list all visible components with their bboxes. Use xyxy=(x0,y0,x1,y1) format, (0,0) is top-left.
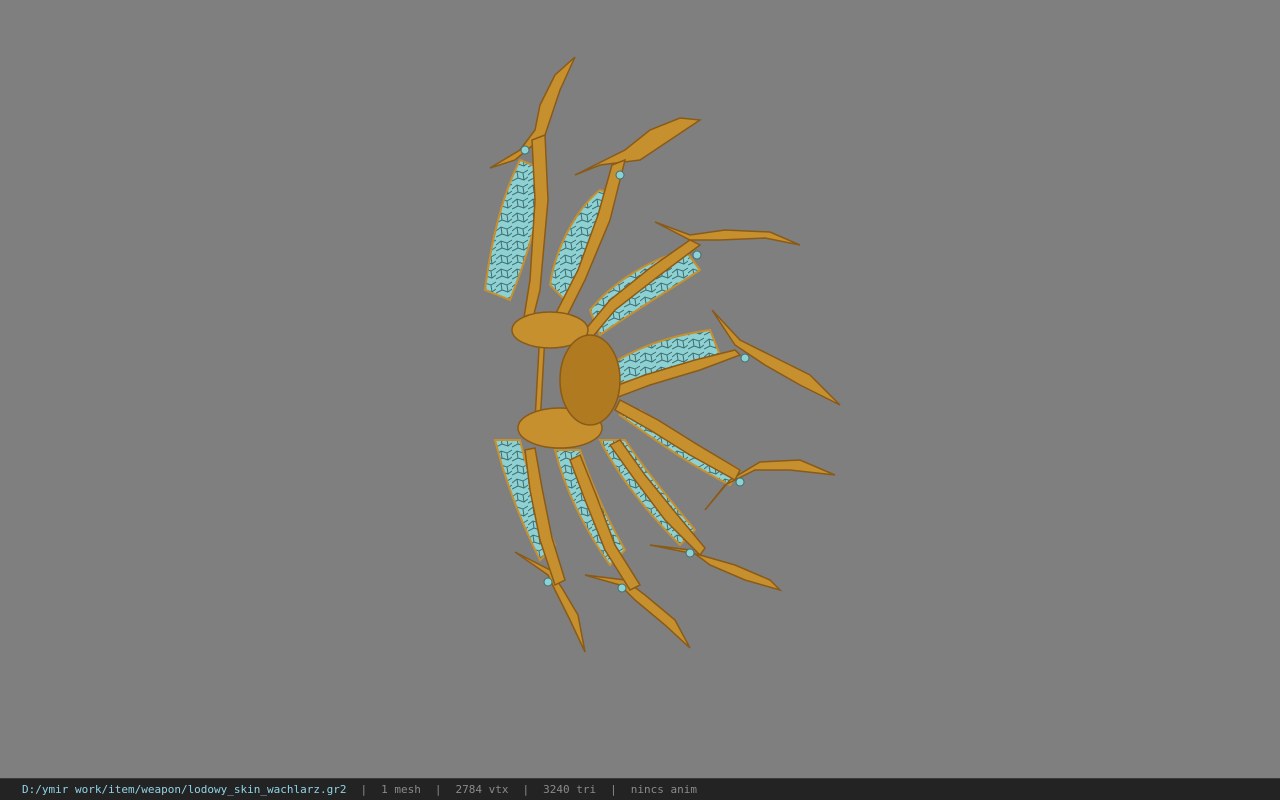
separator: | xyxy=(522,783,530,796)
mesh-count: 1 mesh xyxy=(381,783,421,796)
separator: | xyxy=(434,783,442,796)
ice-fan-weapon-model[interactable] xyxy=(0,0,1280,778)
separator: | xyxy=(610,783,617,796)
separator: | xyxy=(360,783,368,796)
anim-status: nincs anim xyxy=(630,783,697,796)
vertex-count: 2784 vtx xyxy=(455,783,509,796)
file-path: D:/ymir work/item/weapon/lodowy_skin_wac… xyxy=(22,783,347,796)
3d-viewport[interactable] xyxy=(0,0,1280,778)
triangle-count: 3240 tri xyxy=(543,783,597,796)
status-bar: D:/ymir work/item/weapon/lodowy_skin_wac… xyxy=(0,778,1280,800)
